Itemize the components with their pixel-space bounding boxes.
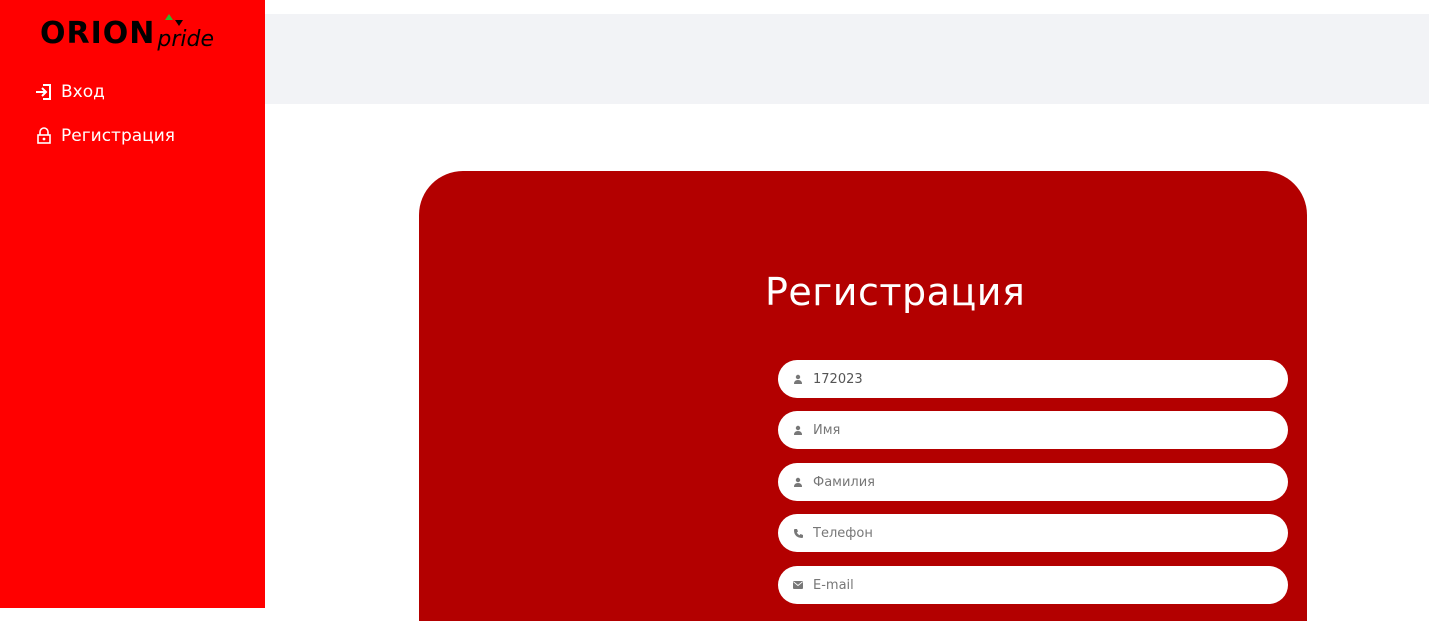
sidebar: ORION pride Вход Регистрация [0,0,265,608]
last-name-field[interactable] [778,463,1288,501]
sidebar-item-label: Регистрация [61,126,175,146]
first-name-input[interactable] [813,415,1273,445]
brand-logo[interactable]: ORION pride [40,12,214,52]
lock-icon [34,126,54,146]
phone-input[interactable] [813,518,1273,548]
username-input[interactable] [813,364,1273,394]
brand-suffix: pride [157,27,215,52]
mail-icon [792,579,804,591]
user-icon [792,373,804,385]
user-icon [792,424,804,436]
sidebar-item-login[interactable]: Вход [34,82,105,102]
phone-field[interactable] [778,514,1288,552]
sidebar-item-label: Вход [61,82,105,102]
last-name-input[interactable] [813,467,1273,497]
logo-triangles-icon [165,14,183,26]
user-icon [792,476,804,488]
email-input[interactable] [813,570,1273,600]
page-title: Регистрация [765,270,1026,314]
brand-name: ORION [40,16,156,51]
username-field[interactable] [778,360,1288,398]
sidebar-item-registration[interactable]: Регистрация [34,126,175,146]
first-name-field[interactable] [778,411,1288,449]
top-bar [265,14,1429,104]
login-icon [34,82,54,102]
email-field[interactable] [778,566,1288,604]
phone-icon [792,527,804,539]
